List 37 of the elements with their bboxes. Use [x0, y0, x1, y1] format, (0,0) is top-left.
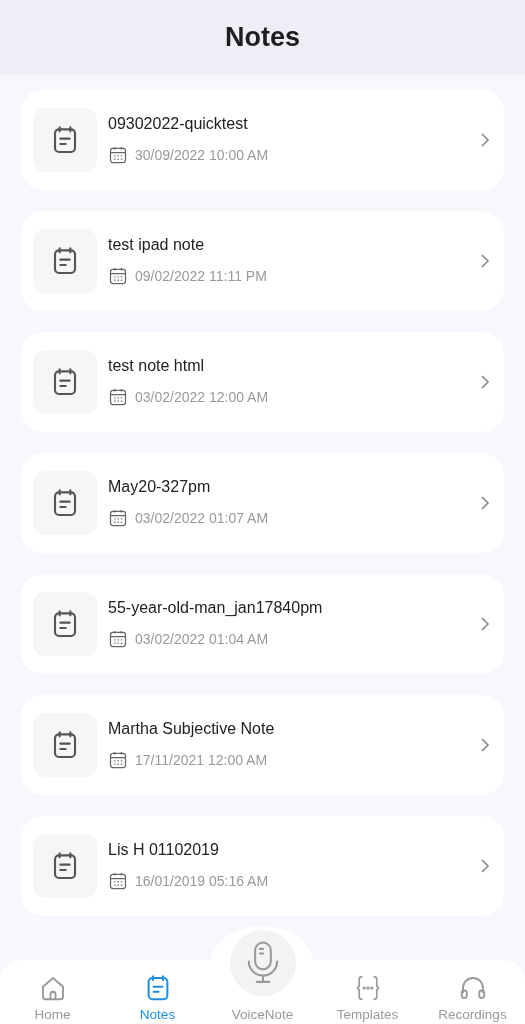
- note-card[interactable]: test note html 03/02/2022 12:00 AM: [21, 332, 504, 432]
- note-title: test ipad note: [108, 236, 206, 254]
- chevron-icon: [478, 131, 492, 149]
- calendar-icon: [108, 629, 128, 649]
- note-title: test note html: [108, 357, 206, 375]
- calendar-icon: [108, 750, 128, 770]
- note-card[interactable]: 09302022-quicktest 30/09/2022 10:00 AM: [21, 90, 504, 190]
- tab[interactable]: Notes: [105, 926, 210, 1024]
- chevron-icon: [478, 252, 492, 270]
- note-card[interactable]: test ipad note 09/02/2022 11:11 PM: [21, 211, 504, 311]
- note-title: 55-year-old-man_jan17840pm: [108, 599, 324, 617]
- note-title: Martha Subjective Note: [108, 720, 276, 738]
- chevron-icon: [478, 857, 492, 875]
- note-date: 09/02/2022 11:11 PM: [135, 268, 267, 284]
- calendar-icon: [108, 871, 128, 891]
- note-title: Lis H 01102019: [108, 841, 220, 859]
- note-date: 03/02/2022 01:07 AM: [135, 510, 269, 526]
- chevron-icon: [478, 736, 492, 754]
- chevron-icon: [478, 373, 492, 391]
- calendar-icon: [108, 145, 128, 165]
- note-date: 17/11/2021 12:00 AM: [135, 752, 268, 768]
- note-date: 30/09/2022 10:00 AM: [135, 147, 269, 163]
- calendar-icon: [108, 508, 128, 528]
- chevron-icon: [478, 494, 492, 512]
- page-title: Notes: [225, 22, 300, 53]
- note-title: May20-327pm: [108, 478, 212, 496]
- note-date: 16/01/2019 05:16 AM: [135, 873, 269, 889]
- note-card[interactable]: Lis H 01102019 16/01/2019 05:16 AM: [21, 816, 504, 916]
- note-date: 03/02/2022 01:04 AM: [135, 631, 269, 647]
- calendar-icon: [108, 387, 128, 407]
- note-card[interactable]: May20-327pm 03/02/2022 01:07 AM: [21, 453, 504, 553]
- chevron-icon: [478, 615, 492, 633]
- calendar-icon: [108, 266, 128, 286]
- note-title: 09302022-quicktest: [108, 115, 249, 133]
- note-date: 03/02/2022 12:00 AM: [135, 389, 269, 405]
- note-card[interactable]: Martha Subjective Note 17/11/2021 12:00 AM: [21, 695, 504, 795]
- note-card[interactable]: 55-year-old-man_jan17840pm 03/02/2022 01:04 AM: [21, 574, 504, 674]
